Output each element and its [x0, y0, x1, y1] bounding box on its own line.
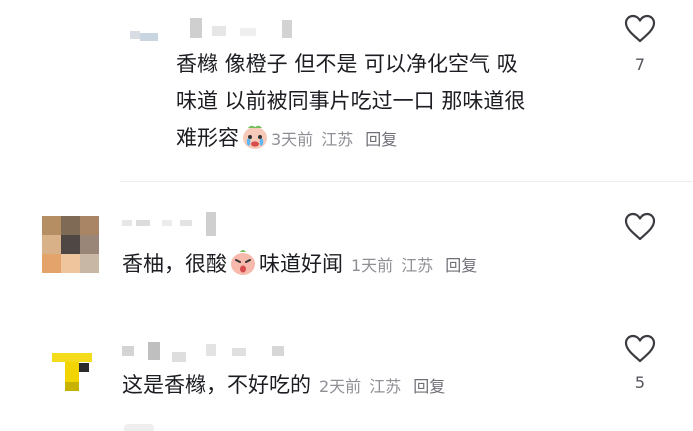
divider	[120, 181, 693, 182]
heart-outline-icon	[624, 212, 656, 241]
comment-time: 1天前	[351, 256, 394, 275]
username-pixelated[interactable]	[122, 340, 302, 364]
comment-text: 香橼 像橙子 但不是 可以净化空气 吸 味道 以前被同事片吃过一口 那味道很 难…	[176, 46, 616, 162]
comment-location: 江苏	[321, 130, 354, 149]
reply-button[interactable]: 回复	[365, 130, 397, 149]
comment-location: 江苏	[369, 377, 402, 396]
comment-line: 香橼 像橙子 但不是 可以净化空气 吸	[176, 52, 518, 76]
like-button[interactable]	[624, 334, 656, 364]
comment-line: 难形容 3天前 江苏 回复	[176, 120, 616, 162]
comment-line: 味道 以前被同事片吃过一口 那味道很	[176, 89, 526, 113]
like-count: 5	[634, 373, 646, 392]
comment-text: 这是香橼，不好吃的 2天前 江苏 回复	[122, 373, 446, 397]
next-comment-peek	[124, 424, 154, 431]
username-pixelated[interactable]	[130, 27, 160, 43]
avatar[interactable]	[42, 216, 99, 273]
heart-outline-icon	[624, 14, 656, 43]
like-count: 7	[634, 55, 646, 74]
reply-button[interactable]: 回复	[445, 256, 477, 275]
sour-face-emoji	[229, 248, 257, 288]
heart-outline-icon	[624, 334, 656, 363]
like-button[interactable]	[624, 14, 656, 44]
comment-time: 2天前	[319, 377, 362, 396]
like-button[interactable]	[624, 212, 656, 242]
comment-time: 3天前	[271, 130, 314, 149]
username-pixelated[interactable]	[122, 212, 222, 238]
username-pixelated[interactable]	[190, 18, 310, 38]
crying-face-emoji	[241, 124, 269, 162]
avatar[interactable]	[52, 353, 92, 391]
comment-text: 香柚，很酸 味道好闻 1天前 江苏 回复	[122, 246, 602, 288]
comment-location: 江苏	[401, 256, 434, 275]
reply-button[interactable]: 回复	[413, 377, 445, 396]
